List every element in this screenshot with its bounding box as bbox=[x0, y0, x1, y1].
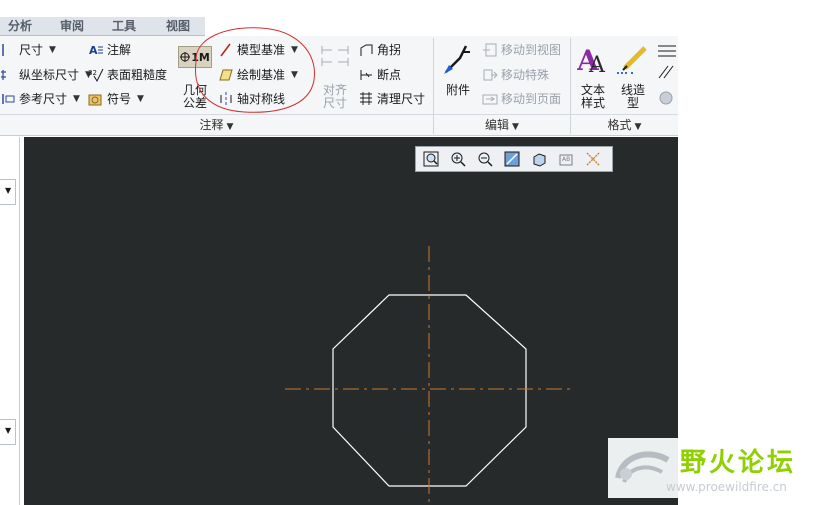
align-dimensions-icon bbox=[318, 44, 352, 76]
view-toolbar: AB bbox=[415, 146, 613, 172]
text-style-button[interactable]: 文本 样式 bbox=[575, 84, 611, 110]
forum-name: 野火论坛 bbox=[680, 448, 797, 478]
datum-display-icon[interactable] bbox=[581, 149, 605, 169]
forum-watermark: 野火论坛 www.proewildfire.cn bbox=[608, 438, 819, 498]
note-icon: A bbox=[88, 42, 104, 58]
chevron-down-icon: ▼ bbox=[5, 186, 12, 195]
chevron-down-icon: ▼ bbox=[512, 122, 519, 132]
annotate-group-label: 注释 bbox=[199, 118, 224, 132]
ordinate-dimension-icon bbox=[0, 67, 16, 83]
svg-text:A: A bbox=[89, 44, 98, 57]
drawing-geometry bbox=[285, 246, 574, 505]
format-overflow-icons[interactable] bbox=[656, 42, 678, 108]
chevron-down-icon: ▼ bbox=[5, 426, 12, 435]
move-to-sheet-icon bbox=[482, 91, 498, 107]
display-style-icon[interactable] bbox=[527, 149, 551, 169]
move-to-sheet-button[interactable]: 移动到页面 bbox=[482, 89, 561, 109]
reference-dimension-label: 参考尺寸 bbox=[19, 92, 68, 106]
jog-icon bbox=[358, 42, 374, 58]
dimension-label: 尺寸 bbox=[19, 43, 44, 57]
attachment-button[interactable]: 附件 bbox=[440, 84, 476, 97]
breakpoint-button[interactable]: 断点 bbox=[358, 65, 401, 85]
svg-text:32: 32 bbox=[88, 69, 97, 77]
cleanup-dimensions-button[interactable]: 清理尺寸 bbox=[358, 89, 425, 109]
text-style-icon: AA bbox=[576, 42, 609, 78]
ordinate-dimension-label: 纵坐标尺寸 bbox=[19, 68, 80, 82]
format-group-label: 格式 bbox=[607, 118, 632, 132]
note-button[interactable]: A 注解 bbox=[88, 40, 131, 60]
chevron-down-icon[interactable]: ▼ bbox=[49, 40, 56, 60]
breakpoint-icon bbox=[358, 67, 374, 83]
application-window: 分析 审阅 工具 视图 尺寸 ▼ 纵坐标尺寸 ▼ 参考尺寸 ▼ A 注解 32 表面粗… bbox=[0, 0, 678, 505]
move-special-icon bbox=[482, 67, 498, 83]
format-group-footer[interactable]: 格式 ▼ bbox=[571, 114, 678, 134]
symbol-icon bbox=[88, 91, 104, 107]
chevron-down-icon[interactable]: ▼ bbox=[137, 89, 144, 109]
drawing-canvas[interactable] bbox=[24, 137, 678, 505]
reference-dimension-icon bbox=[0, 91, 16, 107]
line-style-icon bbox=[615, 42, 651, 76]
ribbon-tab-bar: 分析 审阅 工具 视图 bbox=[0, 17, 205, 36]
symbol-label: 符号 bbox=[107, 92, 132, 106]
cleanup-dimensions-label: 清理尺寸 bbox=[377, 92, 426, 106]
tab-analysis[interactable]: 分析 bbox=[0, 17, 40, 36]
align-dimensions-button[interactable]: 对齐 尺寸 bbox=[318, 84, 352, 110]
left-panel: ▼ ▼ bbox=[0, 137, 20, 505]
dimension-icon bbox=[0, 42, 16, 58]
edit-group-footer[interactable]: 编辑 ▼ bbox=[434, 114, 570, 134]
repaint-icon[interactable] bbox=[500, 149, 524, 169]
chevron-down-icon: ▼ bbox=[226, 122, 234, 132]
zoom-out-icon[interactable] bbox=[473, 149, 497, 169]
line-style-button[interactable]: 线造 型 bbox=[615, 84, 651, 110]
attachment-icon bbox=[440, 42, 476, 78]
move-to-view-label: 移动到视图 bbox=[501, 43, 562, 57]
annotate-group-footer[interactable]: 注释 ▼ bbox=[0, 114, 433, 134]
left-panel-dropdown[interactable]: ▼ bbox=[0, 179, 16, 205]
tab-tools[interactable]: 工具 bbox=[104, 17, 144, 36]
surface-finish-label: 表面粗糙度 bbox=[107, 68, 168, 82]
cleanup-dimensions-icon bbox=[358, 91, 374, 107]
surface-finish-icon: 32 bbox=[88, 67, 104, 83]
forum-url: www.proewildfire.cn bbox=[666, 480, 787, 494]
edit-group-label: 编辑 bbox=[485, 118, 510, 132]
chevron-down-icon: ▼ bbox=[634, 122, 642, 132]
left-panel-dropdown[interactable]: ▼ bbox=[0, 419, 16, 445]
tab-review[interactable]: 审阅 bbox=[52, 17, 92, 36]
chevron-down-icon[interactable]: ▼ bbox=[73, 89, 80, 109]
move-special-label: 移动特殊 bbox=[501, 68, 550, 82]
breakpoint-label: 断点 bbox=[377, 68, 402, 82]
dimension-button[interactable]: 尺寸 ▼ bbox=[0, 40, 56, 60]
svg-text:A: A bbox=[588, 53, 606, 76]
ordinate-dimension-button[interactable]: 纵坐标尺寸 ▼ bbox=[0, 65, 92, 85]
move-to-view-button[interactable]: 移动到视图 bbox=[482, 40, 561, 60]
surface-finish-button[interactable]: 32 表面粗糙度 bbox=[88, 65, 167, 85]
svg-text:AB: AB bbox=[562, 156, 570, 163]
zoom-in-icon[interactable] bbox=[446, 149, 470, 169]
move-to-view-icon bbox=[482, 42, 498, 58]
jog-label: 角拐 bbox=[377, 43, 402, 57]
annotation-display-icon[interactable]: AB bbox=[554, 149, 578, 169]
note-label: 注解 bbox=[107, 43, 132, 57]
highlight-annotation-circle bbox=[195, 27, 315, 113]
reference-dimension-button[interactable]: 参考尺寸 ▼ bbox=[0, 89, 80, 109]
refit-icon[interactable] bbox=[419, 149, 443, 169]
move-special-button[interactable]: 移动特殊 bbox=[482, 65, 549, 85]
move-to-sheet-label: 移动到页面 bbox=[501, 92, 562, 106]
symbol-button[interactable]: 符号 ▼ bbox=[88, 89, 144, 109]
jog-button[interactable]: 角拐 bbox=[358, 40, 401, 60]
